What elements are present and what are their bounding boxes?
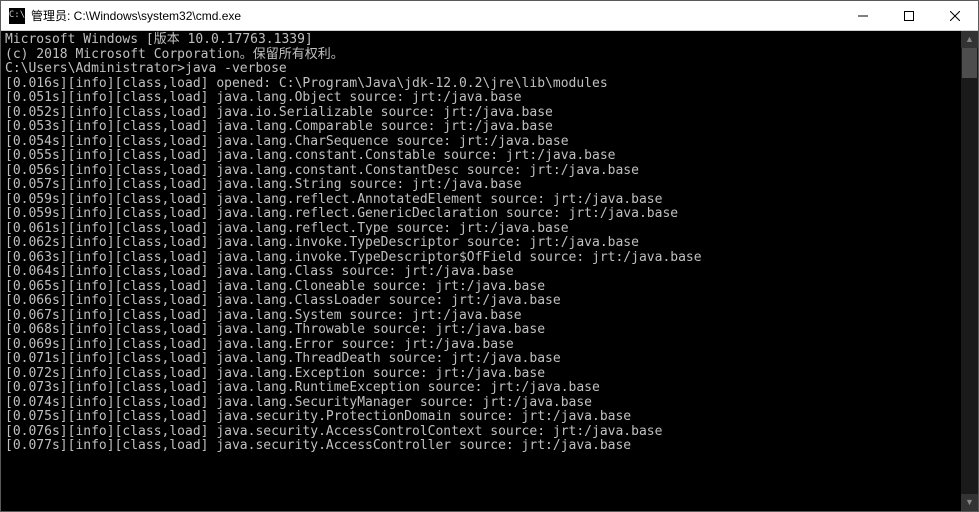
- log-line: [0.051s][info][class,load] java.lang.Obj…: [5, 91, 961, 106]
- titlebar[interactable]: C:\ 管理员: C:\Windows\system32\cmd.exe: [1, 1, 978, 31]
- banner-line: Microsoft Windows [版本 10.0.17763.1339]: [5, 33, 961, 48]
- prompt-line: C:\Users\Administrator>java -verbose: [5, 62, 961, 77]
- log-line: [0.059s][info][class,load] java.lang.ref…: [5, 207, 961, 222]
- banner-line: (c) 2018 Microsoft Corporation。保留所有权利。: [5, 48, 961, 63]
- log-line: [0.056s][info][class,load] java.lang.con…: [5, 164, 961, 179]
- log-line: [0.062s][info][class,load] java.lang.inv…: [5, 236, 961, 251]
- scroll-up-button[interactable]: ▲: [961, 31, 978, 48]
- window-title: 管理员: C:\Windows\system32\cmd.exe: [31, 7, 840, 24]
- log-line: [0.076s][info][class,load] java.security…: [5, 425, 961, 440]
- log-line: [0.077s][info][class,load] java.security…: [5, 439, 961, 454]
- log-line: [0.016s][info][class,load] opened: C:\Pr…: [5, 77, 961, 92]
- log-line: [0.069s][info][class,load] java.lang.Err…: [5, 338, 961, 353]
- log-line: [0.061s][info][class,load] java.lang.ref…: [5, 222, 961, 237]
- log-line: [0.053s][info][class,load] java.lang.Com…: [5, 120, 961, 135]
- scrollbar-thumb[interactable]: [962, 48, 977, 78]
- vertical-scrollbar[interactable]: ▲ ▼: [961, 31, 978, 511]
- console-area: Microsoft Windows [版本 10.0.17763.1339](c…: [1, 31, 978, 511]
- log-line: [0.052s][info][class,load] java.io.Seria…: [5, 106, 961, 121]
- log-line: [0.072s][info][class,load] java.lang.Exc…: [5, 367, 961, 382]
- cmd-icon-glyph: C:\: [9, 11, 25, 20]
- maximize-button[interactable]: [886, 1, 932, 30]
- log-line: [0.055s][info][class,load] java.lang.con…: [5, 149, 961, 164]
- minimize-button[interactable]: [840, 1, 886, 30]
- scroll-down-button[interactable]: ▼: [961, 494, 978, 511]
- log-line: [0.057s][info][class,load] java.lang.Str…: [5, 178, 961, 193]
- log-line: [0.059s][info][class,load] java.lang.ref…: [5, 193, 961, 208]
- log-line: [0.065s][info][class,load] java.lang.Clo…: [5, 280, 961, 295]
- log-line: [0.054s][info][class,load] java.lang.Cha…: [5, 135, 961, 150]
- cmd-icon: C:\: [9, 8, 25, 24]
- chevron-down-icon: ▼: [965, 498, 974, 507]
- log-line: [0.071s][info][class,load] java.lang.Thr…: [5, 352, 961, 367]
- minimize-icon: [858, 11, 868, 21]
- scrollbar-track[interactable]: [961, 48, 978, 494]
- close-button[interactable]: [932, 1, 978, 30]
- log-line: [0.075s][info][class,load] java.security…: [5, 410, 961, 425]
- console-output[interactable]: Microsoft Windows [版本 10.0.17763.1339](c…: [1, 31, 961, 511]
- log-line: [0.068s][info][class,load] java.lang.Thr…: [5, 323, 961, 338]
- log-line: [0.063s][info][class,load] java.lang.inv…: [5, 251, 961, 266]
- chevron-up-icon: ▲: [965, 35, 974, 44]
- window-controls: [840, 1, 978, 30]
- log-line: [0.064s][info][class,load] java.lang.Cla…: [5, 265, 961, 280]
- log-line: [0.066s][info][class,load] java.lang.Cla…: [5, 294, 961, 309]
- log-line: [0.074s][info][class,load] java.lang.Sec…: [5, 396, 961, 411]
- log-line: [0.067s][info][class,load] java.lang.Sys…: [5, 309, 961, 324]
- cmd-window: C:\ 管理员: C:\Windows\system32\cmd.exe Mic…: [0, 0, 979, 512]
- close-icon: [950, 11, 960, 21]
- maximize-icon: [904, 11, 914, 21]
- log-line: [0.073s][info][class,load] java.lang.Run…: [5, 381, 961, 396]
